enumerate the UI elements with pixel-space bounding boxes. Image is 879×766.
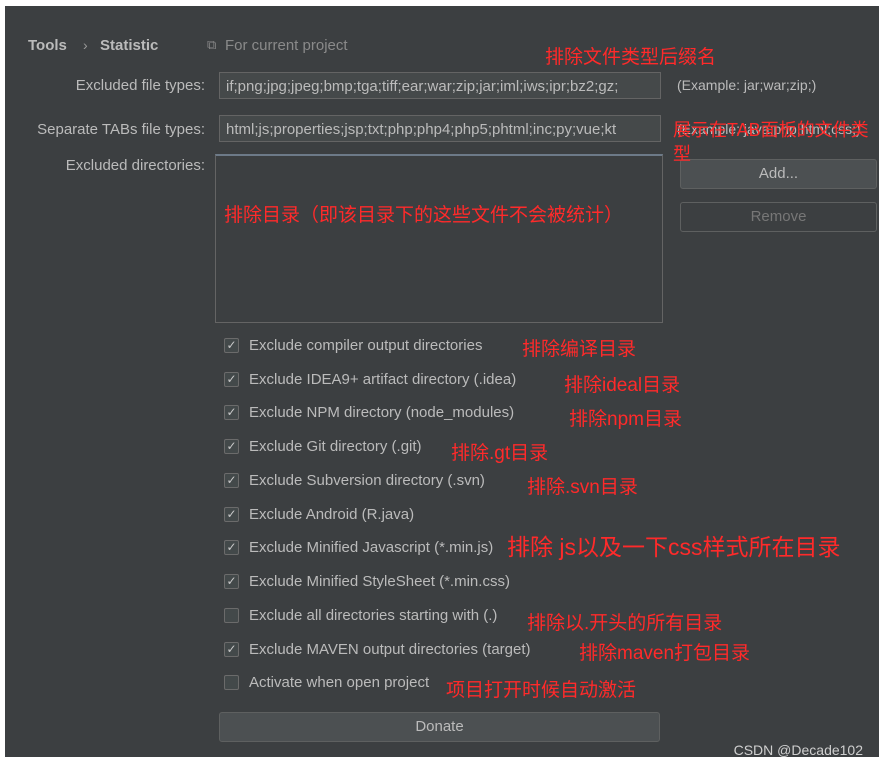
option-label: Exclude compiler output directories xyxy=(249,336,483,354)
annotation-maven: 排除maven打包目录 xyxy=(579,643,751,664)
checkbox-checked[interactable]: ✓ xyxy=(224,573,239,589)
excluded-file-types-input[interactable]: if;png;jpg;jpeg;bmp;tga;tiff;ear;war;zip… xyxy=(219,72,661,99)
option-row[interactable]: ✓ Exclude NPM directory (node_modules) xyxy=(224,402,514,422)
breadcrumb-tools[interactable]: Tools xyxy=(28,37,67,54)
excluded-file-types-example: (Example: jar;war;zip;) xyxy=(677,77,817,93)
donate-button[interactable]: Donate xyxy=(219,712,660,742)
statistic-settings-panel: Tools › Statistic ⧉ For current project … xyxy=(5,6,879,757)
breadcrumb-separator: › xyxy=(83,37,88,53)
option-row[interactable]: ✓ Exclude Subversion directory (.svn) xyxy=(224,470,485,490)
remove-button[interactable]: Remove xyxy=(680,202,877,232)
annotation-dot: 排除以.开头的所有目录 xyxy=(527,613,723,634)
option-row[interactable]: ✓ Exclude Minified StyleSheet (*.min.css) xyxy=(224,571,510,591)
option-row[interactable]: ✓ Exclude Git directory (.git) xyxy=(224,436,422,456)
option-row[interactable]: ✓ Exclude IDEA9+ artifact directory (.ide… xyxy=(224,369,516,389)
option-row[interactable]: ✓ Exclude MAVEN output directories (targe… xyxy=(224,639,531,659)
copy-icon: ⧉ xyxy=(207,37,217,52)
option-row[interactable]: ✓ Exclude Android (R.java) xyxy=(224,504,414,524)
annotation-dirs: 排除目录（即该目录下的这些文件不会被统计） xyxy=(224,205,624,226)
watermark: CSDN @Decade102 xyxy=(733,742,863,758)
excluded-directories-label: Excluded directories: xyxy=(65,157,205,174)
option-label: Exclude Android (R.java) xyxy=(249,505,415,523)
annotation-compiler: 排除编译目录 xyxy=(522,339,637,360)
option-label: Exclude NPM directory (node_modules) xyxy=(249,403,515,421)
annotation-git: 排除.gt目录 xyxy=(451,443,549,464)
option-row[interactable]: ✓ Exclude Minified Javascript (*.min.js) xyxy=(224,537,493,557)
separate-tabs-input[interactable]: html;js;properties;jsp;txt;php;php4;php5… xyxy=(219,115,661,142)
option-label: Exclude IDEA9+ artifact directory (.idea… xyxy=(249,370,517,388)
separate-tabs-label: Separate TABs file types: xyxy=(37,121,205,138)
breadcrumb-statistic: Statistic xyxy=(100,37,159,54)
option-row[interactable]: Exclude all directories starting with (.… xyxy=(224,605,497,625)
option-label: Exclude Minified StyleSheet (*.min.css) xyxy=(249,572,510,590)
option-label: Activate when open project xyxy=(249,673,430,691)
option-row[interactable]: ✓ Exclude compiler output directories xyxy=(224,335,482,355)
annotation-file-types: 排除文件类型后缀名 xyxy=(545,47,717,68)
excluded-file-types-label: Excluded file types: xyxy=(75,77,205,94)
checkbox-checked[interactable]: ✓ xyxy=(224,438,239,454)
checkbox-checked[interactable]: ✓ xyxy=(224,472,239,488)
annotation-idea: 排除ideal目录 xyxy=(564,375,681,396)
option-label: Exclude all directories starting with (.… xyxy=(249,606,498,624)
annotation-activate: 项目打开时候自动激活 xyxy=(446,680,637,701)
checkbox-unchecked[interactable] xyxy=(224,674,239,690)
scope-label: For current project xyxy=(225,37,348,54)
checkbox-checked[interactable]: ✓ xyxy=(224,506,239,522)
option-label: Exclude Git directory (.git) xyxy=(249,437,422,455)
checkbox-checked[interactable]: ✓ xyxy=(224,404,239,420)
option-label: Exclude Subversion directory (.svn) xyxy=(249,471,485,489)
checkbox-checked[interactable]: ✓ xyxy=(224,539,239,555)
option-label: Exclude Minified Javascript (*.min.js) xyxy=(249,538,494,556)
option-row[interactable]: Activate when open project xyxy=(224,672,429,692)
excluded-directories-list[interactable] xyxy=(215,154,663,323)
option-label: Exclude MAVEN output directories (target… xyxy=(249,640,531,658)
annotation-npm: 排除npm目录 xyxy=(569,409,682,430)
checkbox-checked[interactable]: ✓ xyxy=(224,641,239,657)
annotation-tabs: 展示在TAB面板的文件类型 xyxy=(673,120,869,164)
annotation-minjs: 排除 js以及一下css样式所在目录 xyxy=(507,534,841,560)
checkbox-checked[interactable]: ✓ xyxy=(224,337,239,353)
checkbox-unchecked[interactable] xyxy=(224,607,239,623)
annotation-svn: 排除.svn目录 xyxy=(527,477,638,498)
checkbox-checked[interactable]: ✓ xyxy=(224,371,239,387)
